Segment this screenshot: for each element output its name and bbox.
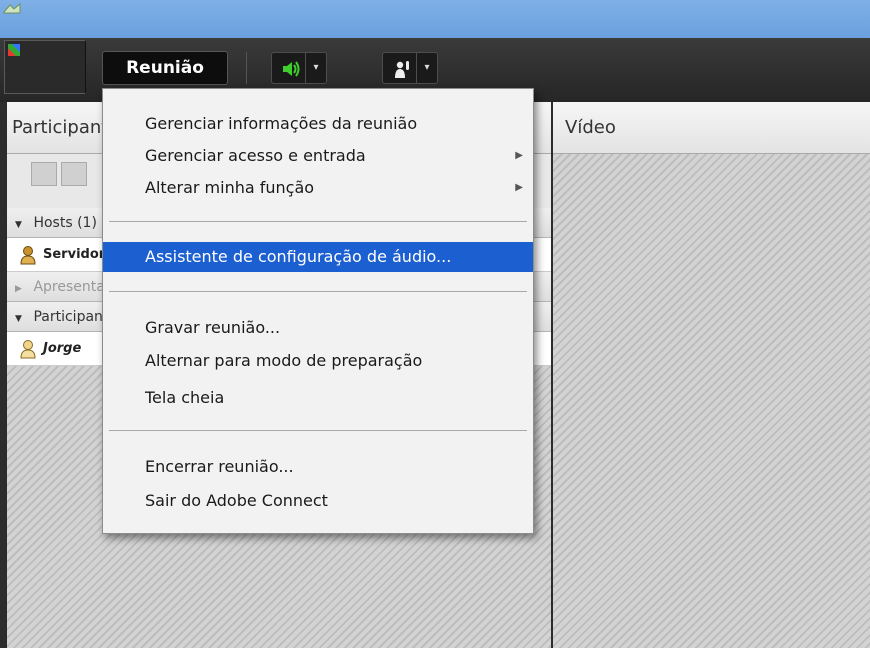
expand-arrow-icon: ▼ xyxy=(15,314,22,324)
audio-button[interactable]: ▾ xyxy=(271,52,327,84)
menu-item-label: Gravar reunião... xyxy=(145,318,281,337)
app-icon xyxy=(3,2,21,14)
menu-item-label: Tela cheia xyxy=(145,388,225,407)
attendee-name: Servidor xyxy=(43,247,106,262)
host-avatar-icon xyxy=(20,246,36,265)
menu-item-label: Alterar minha função xyxy=(145,178,315,197)
app-logo-icon xyxy=(8,44,20,56)
menu-separator xyxy=(109,221,527,222)
menu-item-manage-access[interactable]: Gerenciar acesso e entrada ▶ xyxy=(103,141,533,171)
submenu-arrow-icon: ▶ xyxy=(515,182,523,193)
menu-item-label: Gerenciar acesso e entrada xyxy=(145,146,366,165)
menu-item-end-meeting[interactable]: Encerrar reunião... xyxy=(103,452,533,482)
menu-item-record-meeting[interactable]: Gravar reunião... xyxy=(103,313,533,343)
participant-avatar-icon xyxy=(20,340,36,359)
raise-hand-button[interactable]: ▾ xyxy=(382,52,438,84)
collapse-arrow-icon: ▶ xyxy=(15,284,22,294)
menu-item-change-role[interactable]: Alterar minha função ▶ xyxy=(103,173,533,203)
menu-item-label: Gerenciar informações da reunião xyxy=(145,114,418,133)
expand-arrow-icon: ▼ xyxy=(15,220,22,230)
menu-item-label: Sair do Adobe Connect xyxy=(145,491,328,510)
menu-item-label: Assistente de configuração de áudio... xyxy=(145,247,452,266)
menu-item-manage-meeting-info[interactable]: Gerenciar informações da reunião xyxy=(103,109,533,139)
menu-item-label: Encerrar reunião... xyxy=(145,457,294,476)
menu-separator xyxy=(109,291,527,292)
menu-item-prepare-mode[interactable]: Alternar para modo de preparação xyxy=(103,346,533,376)
chevron-down-icon[interactable]: ▾ xyxy=(416,53,437,83)
menu-item-exit-adobe-connect[interactable]: Sair do Adobe Connect xyxy=(103,486,533,516)
attendee-view-icon[interactable] xyxy=(61,162,87,186)
raise-hand-icon xyxy=(395,61,409,78)
video-pod: Vídeo xyxy=(551,102,870,648)
menu-item-audio-setup-wizard[interactable]: Assistente de configuração de áudio... xyxy=(103,242,533,272)
speaker-icon xyxy=(283,61,300,77)
list-view-icon[interactable] xyxy=(31,162,57,186)
window-titlebar xyxy=(0,0,870,38)
meeting-menu-button[interactable]: Reunião xyxy=(102,51,228,85)
group-label: Hosts (1) xyxy=(33,215,97,231)
attendee-name: Jorge xyxy=(43,341,82,356)
chevron-down-icon[interactable]: ▾ xyxy=(305,53,326,83)
logo-area xyxy=(4,40,86,94)
toolbar-separator xyxy=(246,52,247,84)
meeting-menu-dropdown: Gerenciar informações da reunião Gerenci… xyxy=(102,88,534,534)
submenu-arrow-icon: ▶ xyxy=(515,150,523,161)
menu-separator xyxy=(109,430,527,431)
video-pod-title: Vídeo xyxy=(553,102,870,154)
menu-item-full-screen[interactable]: Tela cheia xyxy=(103,383,533,413)
menu-item-label: Alternar para modo de preparação xyxy=(145,351,423,370)
